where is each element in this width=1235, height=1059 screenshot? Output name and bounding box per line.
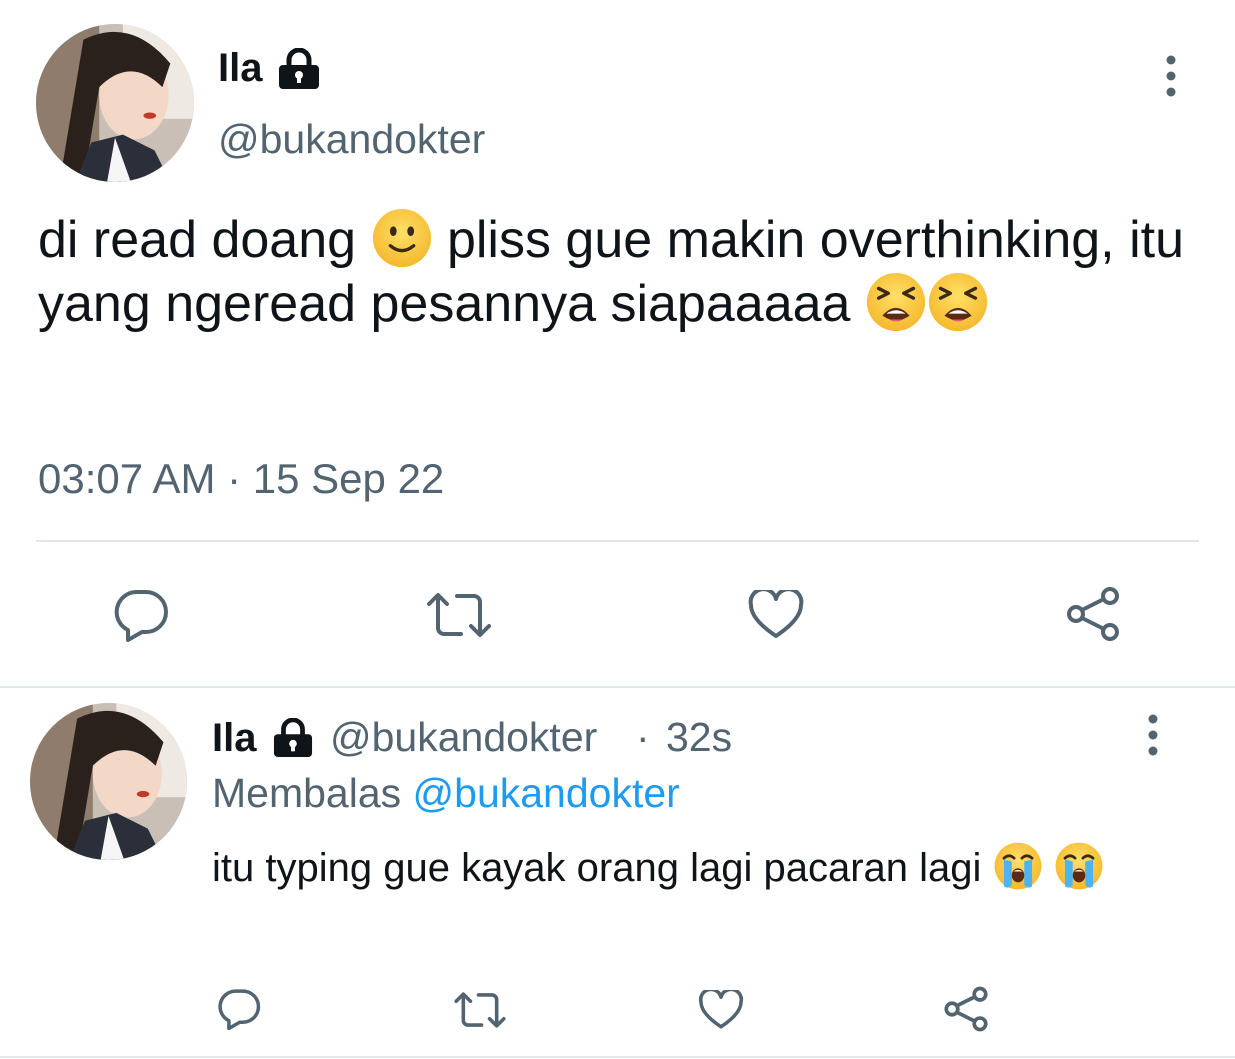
reply-icon[interactable] xyxy=(216,988,262,1030)
mention-link[interactable]: @bukandokter xyxy=(413,770,680,816)
tweet-timestamp[interactable]: 03:07 AM · 15 Sep 22 xyxy=(38,455,444,503)
tweet-text: di read doang pliss gue makin overthinki… xyxy=(38,207,1188,335)
handle[interactable]: @bukandokter xyxy=(330,714,597,761)
handle[interactable]: @bukandokter xyxy=(218,116,485,163)
tired-face-icon xyxy=(927,271,989,333)
reply-text-body: itu typing gue kayak orang lagi pacaran … xyxy=(212,846,982,890)
lock-icon xyxy=(276,47,322,90)
more-options-icon[interactable] xyxy=(1160,55,1182,97)
divider xyxy=(0,1056,1235,1058)
divider xyxy=(36,540,1199,542)
avatar[interactable] xyxy=(30,703,187,860)
loudly-crying-face-icon xyxy=(993,841,1043,891)
replying-to: Membalas @bukandokter xyxy=(212,770,680,817)
display-name[interactable]: Ila xyxy=(212,716,256,761)
replying-prefix: Membalas xyxy=(212,770,402,816)
avatar[interactable] xyxy=(36,24,194,182)
like-icon[interactable] xyxy=(698,990,744,1030)
divider xyxy=(0,686,1235,688)
retweet-icon[interactable] xyxy=(425,590,493,640)
like-icon[interactable] xyxy=(748,590,804,640)
reply-text: itu typing gue kayak orang lagi pacaran … xyxy=(212,840,1192,896)
tired-face-icon xyxy=(865,271,927,333)
loudly-crying-face-icon xyxy=(1054,841,1104,891)
lock-icon xyxy=(270,717,316,758)
retweet-icon[interactable] xyxy=(453,990,507,1030)
tweet-time[interactable]: 32s xyxy=(666,714,732,761)
reply-icon[interactable] xyxy=(112,588,170,642)
share-icon[interactable] xyxy=(1064,586,1122,642)
slightly-smiling-face-icon xyxy=(371,207,433,269)
more-options-icon[interactable] xyxy=(1142,714,1164,756)
share-icon[interactable] xyxy=(942,986,990,1032)
tweet-text-part1: di read doang xyxy=(38,211,357,269)
separator: · xyxy=(636,714,650,760)
display-name[interactable]: Ila xyxy=(218,46,262,91)
